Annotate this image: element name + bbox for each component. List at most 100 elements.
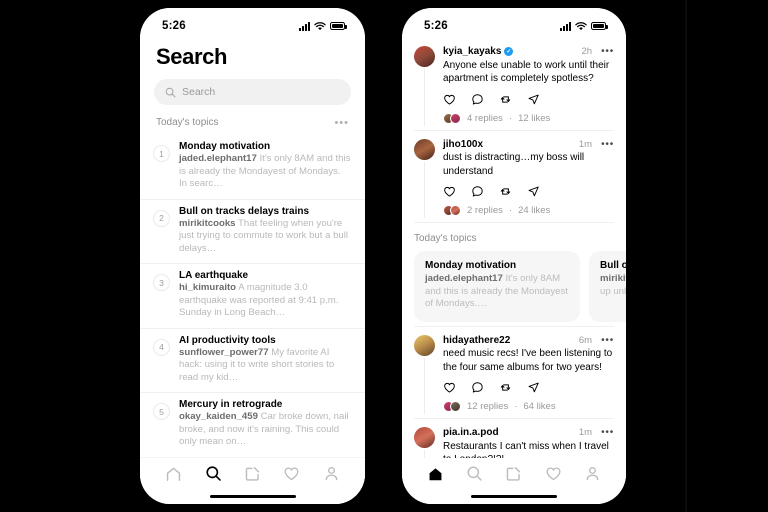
share-button[interactable] xyxy=(527,381,540,394)
topic-title: Mercury in retrograde xyxy=(179,399,283,410)
repost-button[interactable] xyxy=(499,93,512,106)
heart-icon xyxy=(444,186,455,197)
status-clock: 5:26 xyxy=(162,20,186,32)
page-title: Search xyxy=(156,44,227,69)
post-handle[interactable]: hidayathere22 xyxy=(443,335,510,346)
post-meta[interactable]: 4 replies · 12 likes xyxy=(443,112,614,124)
topic-rank: 1 xyxy=(153,145,170,162)
topic-card-username: mirikit xyxy=(600,273,626,284)
post-more-icon[interactable]: ••• xyxy=(595,335,614,345)
share-icon xyxy=(528,94,539,104)
repost-button[interactable] xyxy=(499,185,512,198)
like-button[interactable] xyxy=(443,381,456,394)
post-more-icon[interactable]: ••• xyxy=(595,428,614,438)
comment-icon xyxy=(472,186,483,197)
reply-button[interactable] xyxy=(471,381,484,394)
post-timestamp: 2h xyxy=(581,46,593,57)
post-item[interactable]: jiho100x 1m ••• dust is distracting…my b… xyxy=(402,131,626,223)
topic-card-text: up unb xyxy=(600,285,626,297)
topics-header-label: Today's topics xyxy=(156,117,219,128)
topic-card[interactable]: Monday motivation jaded.elephant17 It's … xyxy=(414,251,580,322)
home-icon xyxy=(429,468,442,481)
battery-full-icon xyxy=(330,22,347,30)
tab-search[interactable] xyxy=(205,465,222,487)
topic-rank: 3 xyxy=(153,274,170,291)
post-more-icon[interactable]: ••• xyxy=(595,139,614,149)
topic-snippet: sunflower_power77 My favorite AI hack: u… xyxy=(179,347,351,385)
topics-carousel: Today's topics Monday motivation jaded.e… xyxy=(402,223,626,326)
topic-username: hi_kimuraito xyxy=(179,282,237,293)
compose-icon xyxy=(507,467,521,481)
post-timestamp: 1m xyxy=(578,427,593,438)
search-placeholder: Search xyxy=(182,86,216,98)
replier-avatar xyxy=(450,112,461,124)
topic-card[interactable]: Bull on mirikitup unb xyxy=(589,251,626,322)
phone-left: 5:26 Search Search Today's topics ••• 1 … xyxy=(140,8,365,504)
topics-more-icon[interactable]: ••• xyxy=(334,117,349,128)
share-button[interactable] xyxy=(527,185,540,198)
topic-card-snippet: mirikitup unb xyxy=(600,273,626,298)
share-button[interactable] xyxy=(527,93,540,106)
tab-activity[interactable] xyxy=(545,465,562,487)
post-handle[interactable]: kyia_kayaks xyxy=(443,46,501,57)
post-meta[interactable]: 2 replies · 24 likes xyxy=(443,205,614,216)
topic-title: Bull on tracks delays trains xyxy=(179,205,310,217)
replier-avatars xyxy=(443,401,461,412)
reply-count: 2 replies xyxy=(467,205,503,216)
repost-button[interactable] xyxy=(499,381,512,394)
topic-card-username: jaded.elephant17 xyxy=(425,273,503,284)
topic-row[interactable]: 1 Monday motivation jaded.elephant17 It'… xyxy=(140,135,365,199)
thread-connector xyxy=(424,69,426,126)
post-timestamp: 6m xyxy=(578,334,593,346)
like-button[interactable] xyxy=(443,185,456,198)
repost-icon xyxy=(500,95,511,103)
reply-button[interactable] xyxy=(471,185,484,198)
status-bar-left: 5:26 xyxy=(140,8,365,38)
screen-search: 5:26 Search Search Today's topics ••• 1 … xyxy=(140,8,365,504)
avatar[interactable] xyxy=(414,427,435,448)
tab-compose[interactable] xyxy=(505,465,522,487)
tab-profile[interactable] xyxy=(584,465,601,487)
topic-row[interactable]: 2 Bull on tracks delays trains mirikitco… xyxy=(140,198,365,264)
search-input[interactable]: Search xyxy=(154,79,351,105)
post-more-icon[interactable]: ••• xyxy=(595,47,614,57)
thread-connector xyxy=(424,357,426,414)
tab-search[interactable] xyxy=(466,465,483,487)
avatar[interactable] xyxy=(414,138,435,160)
heart-icon xyxy=(444,94,455,105)
topic-row[interactable]: 4 AI productivity tools sunflower_power7… xyxy=(140,327,365,393)
heart-icon xyxy=(444,382,455,393)
post-item[interactable]: kyia_kayaks ✓ 2h ••• Anyone else unable … xyxy=(402,38,626,130)
post-handle[interactable]: pia.in.a.pod xyxy=(443,427,499,438)
activity-heart-icon xyxy=(284,467,299,481)
avatar[interactable] xyxy=(414,46,435,67)
status-clock: 5:26 xyxy=(424,20,448,32)
topic-rank: 5 xyxy=(153,403,170,420)
profile-icon xyxy=(325,466,338,481)
topic-row[interactable]: 5 Mercury in retrograde okay_kaiden_459 … xyxy=(140,392,365,457)
post-meta[interactable]: 12 replies · 64 likes xyxy=(443,401,614,412)
reply-count: 4 replies xyxy=(467,112,503,124)
share-icon xyxy=(528,382,539,393)
post-handle[interactable]: jiho100x xyxy=(443,139,483,150)
tab-compose[interactable] xyxy=(244,465,261,487)
tab-activity[interactable] xyxy=(283,465,300,487)
like-button[interactable] xyxy=(443,93,456,106)
tab-home[interactable] xyxy=(165,465,182,487)
profile-icon xyxy=(586,466,599,481)
topic-rank: 2 xyxy=(153,209,170,227)
verified-icon: ✓ xyxy=(504,47,514,56)
search-icon xyxy=(165,87,176,97)
search-icon xyxy=(467,466,482,481)
topic-row[interactable]: 3 LA earthquake hi_kimuraito A magnitude… xyxy=(140,263,365,328)
topic-snippet: mirikitcooks That feeling when you're ju… xyxy=(179,218,351,256)
avatar[interactable] xyxy=(414,334,435,356)
post-item[interactable]: hidayathere22 6m ••• need music recs! I'… xyxy=(402,327,626,419)
tab-home[interactable] xyxy=(427,465,444,487)
backdrop: 5:26 Search Search Today's topics ••• 1 … xyxy=(0,0,768,512)
like-count: 12 likes xyxy=(518,112,551,124)
topics-cards[interactable]: Monday motivation jaded.elephant17 It's … xyxy=(402,251,626,322)
reply-button[interactable] xyxy=(471,93,484,106)
tab-profile[interactable] xyxy=(323,465,340,487)
replier-avatars xyxy=(443,205,461,216)
